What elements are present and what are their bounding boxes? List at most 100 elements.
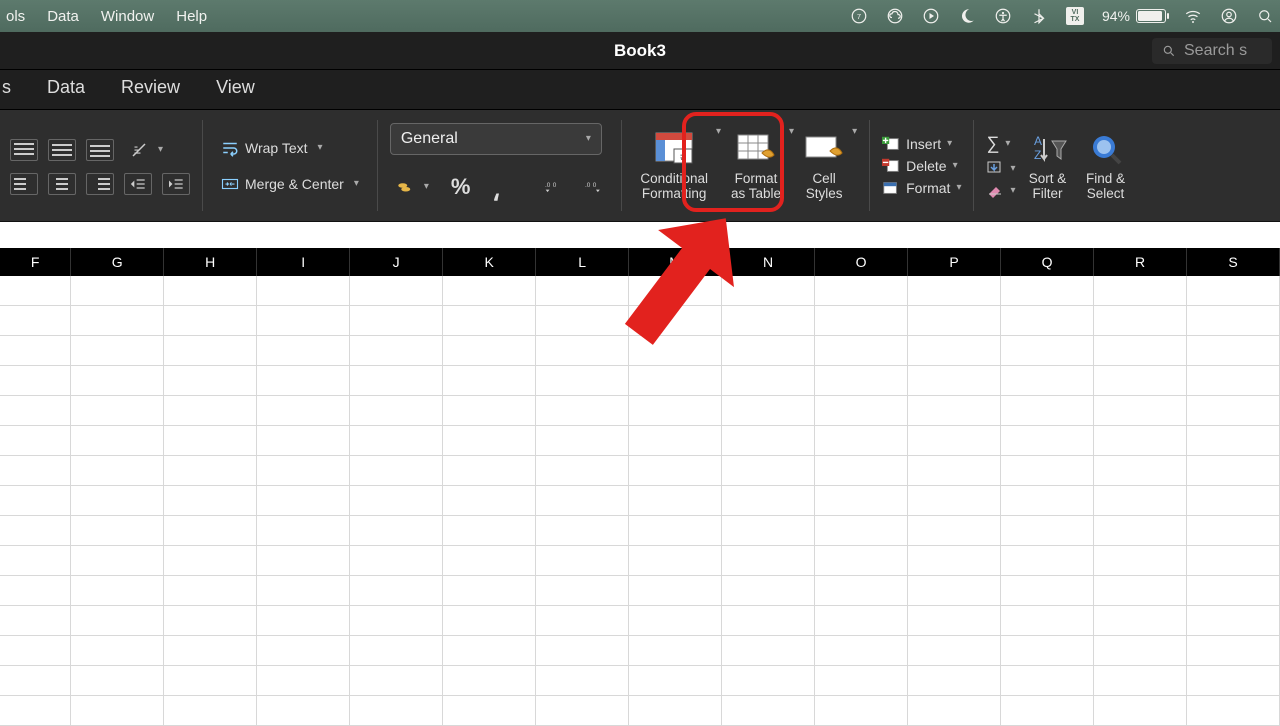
column-header[interactable]: K [443,248,536,276]
cell[interactable] [257,636,350,666]
mac-menu-item[interactable]: Window [101,8,154,25]
cell[interactable] [722,306,815,336]
cell[interactable] [257,696,350,726]
conditional-formatting-dropdown[interactable]: ▾ [716,126,721,137]
cell[interactable] [0,366,71,396]
cell[interactable] [1001,516,1094,546]
cell[interactable] [164,576,257,606]
ribbon-tab-data[interactable]: Data [47,77,85,98]
cell[interactable] [1187,336,1280,366]
orientation-button[interactable]: ▾ [124,137,169,163]
cell[interactable] [536,576,629,606]
cell[interactable] [71,576,164,606]
cell[interactable] [350,306,443,336]
align-right-button[interactable] [86,173,114,195]
cell[interactable] [164,366,257,396]
cell[interactable] [443,636,536,666]
cell[interactable] [815,366,908,396]
mac-menu-item[interactable]: ols [6,8,25,25]
cell[interactable] [350,546,443,576]
column-header[interactable]: P [908,248,1001,276]
cell[interactable] [257,666,350,696]
cell[interactable] [815,576,908,606]
cell[interactable] [257,486,350,516]
cell[interactable] [164,336,257,366]
cell[interactable] [257,516,350,546]
cell[interactable] [164,636,257,666]
cell[interactable] [1187,486,1280,516]
cell[interactable] [629,576,722,606]
cell[interactable] [536,396,629,426]
cell[interactable] [815,336,908,366]
cell[interactable] [1187,576,1280,606]
cell[interactable] [0,456,71,486]
cell[interactable] [71,276,164,306]
cell[interactable] [0,636,71,666]
cell[interactable] [164,306,257,336]
cell[interactable] [1094,696,1187,726]
cell[interactable] [443,306,536,336]
cell[interactable] [1001,336,1094,366]
cell[interactable] [908,426,1001,456]
cell[interactable] [164,456,257,486]
cell[interactable] [1001,276,1094,306]
cell[interactable] [71,636,164,666]
cell[interactable] [1094,336,1187,366]
cell[interactable] [443,486,536,516]
column-header[interactable]: I [257,248,350,276]
cell[interactable] [0,336,71,366]
moon-icon[interactable] [958,7,976,25]
status-icon-app[interactable]: 7 [850,7,868,25]
align-top-button[interactable] [10,139,38,161]
cell[interactable] [71,396,164,426]
cell[interactable] [536,636,629,666]
cell[interactable] [815,456,908,486]
cell[interactable] [908,546,1001,576]
cell[interactable] [0,546,71,576]
cell[interactable] [350,426,443,456]
column-header[interactable]: F [0,248,71,276]
clear-button[interactable]: ▾ [986,182,1015,198]
user-icon[interactable] [1220,7,1238,25]
cell[interactable] [908,516,1001,546]
cell[interactable] [350,336,443,366]
cell[interactable] [1094,486,1187,516]
cell[interactable] [443,456,536,486]
cell[interactable] [71,666,164,696]
cell[interactable] [0,606,71,636]
cell[interactable] [629,276,722,306]
cell[interactable] [1001,486,1094,516]
fill-button[interactable]: ▾ [986,160,1015,176]
cell[interactable] [1187,456,1280,486]
cell[interactable] [536,456,629,486]
cell[interactable] [1094,666,1187,696]
cell[interactable] [1094,546,1187,576]
cell[interactable] [536,516,629,546]
cell[interactable] [1001,546,1094,576]
cell[interactable] [536,546,629,576]
cell[interactable] [908,606,1001,636]
cell[interactable] [908,396,1001,426]
format-as-table-button[interactable]: Formatas Table [725,127,787,205]
cell[interactable] [71,366,164,396]
cell[interactable] [536,366,629,396]
cell[interactable] [908,696,1001,726]
cell[interactable] [815,426,908,456]
cell[interactable] [350,606,443,636]
cell[interactable] [350,366,443,396]
cell[interactable] [536,696,629,726]
number-format-dropdown[interactable]: General ▾ [390,123,602,155]
cell[interactable] [1094,606,1187,636]
cell[interactable] [257,276,350,306]
cell[interactable] [443,366,536,396]
creative-cloud-icon[interactable] [886,7,904,25]
cell[interactable] [164,396,257,426]
cell[interactable] [1094,456,1187,486]
cell[interactable] [164,666,257,696]
cell[interactable] [71,486,164,516]
cell[interactable] [257,336,350,366]
cell[interactable] [257,366,350,396]
find-select-button[interactable]: Find &Select [1080,127,1132,205]
merge-center-button[interactable]: Merge & Center ▾ [215,171,365,197]
cell[interactable] [629,426,722,456]
